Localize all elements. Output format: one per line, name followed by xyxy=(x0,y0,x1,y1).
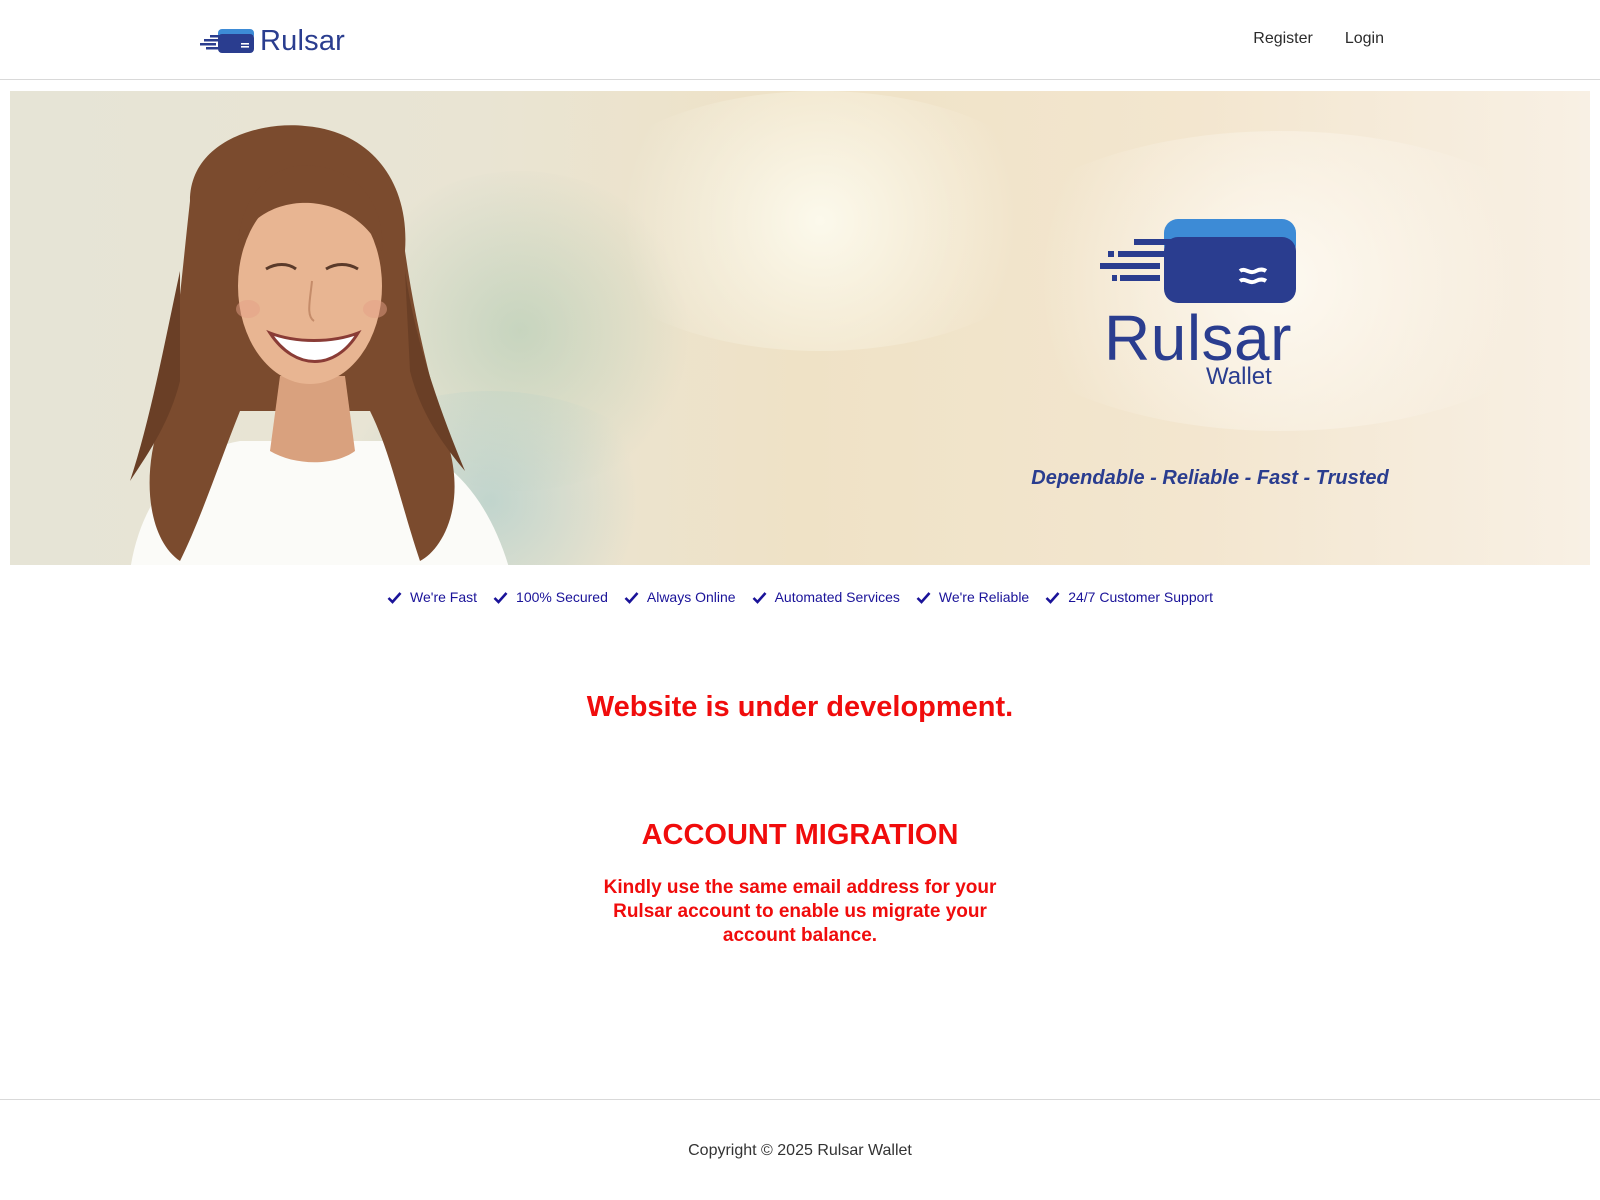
hero-tagline: Dependable - Reliable - Fast - Trusted xyxy=(1031,467,1389,489)
check-icon xyxy=(916,591,931,604)
feature-label: Automated Services xyxy=(774,589,900,605)
page-footer: Copyright © 2025 Rulsar Wallet xyxy=(0,1099,1600,1200)
check-icon xyxy=(624,591,639,604)
feature-item: We're Reliable xyxy=(916,586,1029,608)
feature-item: Always Online xyxy=(624,586,736,608)
top-navbar: Rulsar Register Login xyxy=(0,0,1600,80)
brand-logo-link[interactable]: Rulsar xyxy=(200,26,345,56)
wallet-card-logo-icon xyxy=(200,29,254,53)
feature-label: We're Fast xyxy=(410,589,478,605)
development-notice: Website is under development. xyxy=(586,691,1014,723)
nav-login-link[interactable]: Login xyxy=(1345,28,1384,50)
brand-name: Rulsar xyxy=(260,25,345,57)
rulsar-wallet-logo-icon xyxy=(1100,219,1296,303)
feature-item: 24/7 Customer Support xyxy=(1045,586,1213,608)
copyright-text: Copyright © 2025 Rulsar Wallet xyxy=(688,1142,912,1159)
feature-label: 100% Secured xyxy=(516,589,608,605)
feature-list: We're Fast 100% Secured Always Online Au… xyxy=(0,586,1600,608)
migration-title: ACCOUNT MIGRATION xyxy=(641,819,959,851)
feature-label: 24/7 Customer Support xyxy=(1068,589,1213,605)
smiling-woman-photo xyxy=(130,125,509,565)
nav-register-link[interactable]: Register xyxy=(1253,28,1313,50)
migration-message: Kindly use the same email address for yo… xyxy=(603,877,997,946)
feature-item: We're Fast xyxy=(387,586,477,608)
check-icon xyxy=(752,591,767,604)
hero-banner: Rulsar Wallet Dependable - Reliable - Fa… xyxy=(10,91,1590,565)
feature-item: Automated Services xyxy=(752,586,900,608)
main-nav: Register Login xyxy=(1253,28,1384,50)
feature-label: We're Reliable xyxy=(938,589,1030,605)
hero-logo-subtitle: Wallet xyxy=(1206,363,1272,390)
check-icon xyxy=(387,591,402,604)
check-icon xyxy=(1045,591,1060,604)
feature-label: Always Online xyxy=(646,589,736,605)
feature-item: 100% Secured xyxy=(493,586,608,608)
check-icon xyxy=(493,591,508,604)
